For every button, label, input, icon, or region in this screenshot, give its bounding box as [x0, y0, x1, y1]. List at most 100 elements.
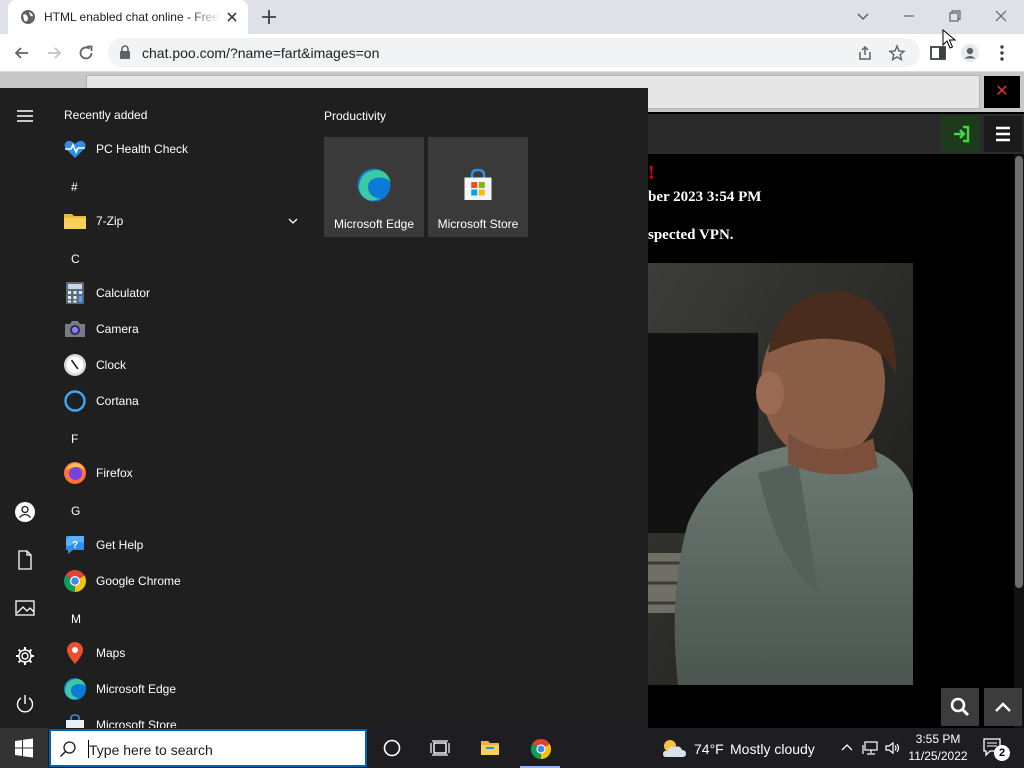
app-get-help[interactable]: ? Get Help — [60, 528, 308, 562]
letter-header-f[interactable]: F — [64, 426, 88, 452]
app-google-chrome[interactable]: Google Chrome — [60, 564, 308, 598]
tile-microsoft-store[interactable]: Microsoft Store — [428, 137, 528, 237]
app-label: Cortana — [96, 394, 139, 408]
address-bar[interactable]: chat.poo.com/?name=fart&images=on — [108, 38, 920, 67]
recently-added-header: Recently added — [64, 108, 148, 122]
letter-header-m[interactable]: M — [64, 606, 88, 632]
tile-microsoft-edge[interactable]: Microsoft Edge — [324, 137, 424, 237]
maps-icon — [67, 642, 83, 664]
app-camera[interactable]: Camera — [60, 312, 308, 346]
power-icon[interactable] — [14, 693, 36, 715]
app-label: Calculator — [96, 286, 151, 300]
app-label: Clock — [96, 358, 127, 372]
weather-temperature: 74°F — [694, 741, 724, 757]
settings-gear-icon[interactable] — [14, 645, 36, 667]
hamburger-menu-button[interactable] — [984, 116, 1022, 152]
taskbar-date[interactable]: 11/25/2022 — [900, 749, 976, 763]
chat-close-button[interactable]: ✕ — [984, 76, 1020, 108]
close-x-icon: ✕ — [995, 83, 1009, 100]
more-menu-icon[interactable] — [992, 43, 1012, 63]
partly-cloudy-icon — [663, 740, 686, 757]
network-icon[interactable] — [862, 739, 880, 757]
app-label: Firefox — [96, 466, 133, 480]
chat-message-line: spected VPN. — [648, 227, 734, 243]
lock-icon[interactable] — [118, 45, 132, 60]
forward-arrow-icon[interactable] — [44, 43, 64, 63]
globe-icon — [21, 10, 35, 24]
app-7-zip[interactable]: 7-Zip — [60, 204, 308, 238]
pc-health-check-icon — [64, 140, 86, 158]
letter-header-g[interactable]: G — [64, 498, 88, 524]
chrome-icon — [64, 570, 86, 592]
taskbar-time[interactable]: 3:55 PM — [900, 732, 976, 746]
tile-label: Microsoft Store — [437, 217, 519, 231]
cortana-icon — [64, 390, 86, 412]
chat-message-line: ! — [648, 162, 655, 184]
restore-icon[interactable] — [945, 6, 965, 26]
bookmark-star-icon[interactable] — [888, 44, 906, 62]
chrome-taskbar-button[interactable] — [516, 728, 564, 768]
app-calculator[interactable]: Calculator — [60, 276, 308, 310]
get-help-icon: ? — [66, 536, 84, 554]
search-icon — [950, 697, 970, 717]
task-view-button[interactable] — [416, 728, 464, 768]
chrome-icon — [530, 738, 552, 760]
search-button[interactable] — [941, 688, 979, 726]
close-tab-icon[interactable] — [224, 9, 240, 25]
share-icon[interactable] — [856, 44, 874, 62]
url-text[interactable]: chat.poo.com/?name=fart&images=on — [142, 45, 379, 61]
hamburger-icon[interactable] — [14, 105, 36, 127]
edge-icon — [357, 168, 391, 202]
chevron-down-icon[interactable] — [286, 214, 300, 228]
chevron-up-icon — [995, 702, 1011, 712]
pictures-icon[interactable] — [14, 597, 36, 619]
user-account-icon[interactable] — [14, 501, 36, 523]
profile-icon[interactable] — [960, 43, 980, 63]
app-label: Microsoft Store — [96, 718, 177, 728]
cortana-taskbar-button[interactable] — [368, 728, 416, 768]
chevron-up-icon[interactable] — [838, 739, 856, 757]
weather-description: Mostly cloudy — [730, 741, 815, 757]
windows-logo-icon — [15, 738, 33, 758]
app-cortana[interactable]: Cortana — [60, 384, 308, 418]
login-button[interactable] — [941, 116, 979, 152]
letter-header-c[interactable]: C — [64, 246, 88, 272]
tab-search-icon[interactable] — [853, 6, 873, 26]
scroll-to-top-button[interactable] — [984, 688, 1022, 726]
app-firefox[interactable]: Firefox — [60, 456, 308, 490]
task-view-icon — [430, 740, 450, 756]
app-maps[interactable]: Maps — [60, 636, 308, 670]
app-clock[interactable]: Clock — [60, 348, 308, 382]
weather-widget[interactable]: 74°F Mostly cloudy — [660, 728, 830, 768]
app-label: Camera — [96, 322, 139, 336]
edge-icon — [64, 678, 86, 700]
app-microsoft-edge[interactable]: Microsoft Edge — [60, 672, 308, 706]
store-icon — [66, 714, 84, 728]
browser-toolbar: chat.poo.com/?name=fart&images=on — [0, 34, 1024, 72]
search-placeholder: Type here to search — [89, 742, 213, 758]
page-scrollbar-thumb[interactable] — [1015, 156, 1023, 588]
new-tab-icon[interactable] — [260, 8, 278, 26]
calculator-icon — [66, 282, 84, 304]
mouse-cursor-icon — [942, 29, 956, 49]
start-menu: Recently added PC Health Check # 7-Zip C — [0, 88, 648, 728]
store-icon — [464, 168, 492, 200]
notification-count-badge: 2 — [994, 745, 1010, 761]
reload-icon[interactable] — [76, 43, 96, 63]
file-explorer-button[interactable] — [466, 728, 514, 768]
app-pc-health-check[interactable]: PC Health Check — [60, 132, 308, 166]
sign-in-icon — [954, 125, 970, 143]
taskbar-search-box[interactable]: Type here to search — [49, 729, 367, 767]
close-window-icon[interactable] — [991, 6, 1011, 26]
app-microsoft-store[interactable]: Microsoft Store — [60, 708, 308, 728]
minimize-icon[interactable] — [899, 6, 919, 26]
app-label: 7-Zip — [96, 214, 124, 228]
hamburger-icon — [996, 126, 1010, 142]
letter-header-hash[interactable]: # — [64, 174, 88, 200]
action-center-button[interactable]: 2 — [980, 736, 1012, 762]
firefox-icon — [64, 462, 86, 484]
documents-icon[interactable] — [14, 549, 36, 571]
back-arrow-icon[interactable] — [12, 43, 32, 63]
browser-tab[interactable]: HTML enabled chat online - Free — [8, 0, 248, 34]
start-button[interactable] — [0, 728, 48, 768]
